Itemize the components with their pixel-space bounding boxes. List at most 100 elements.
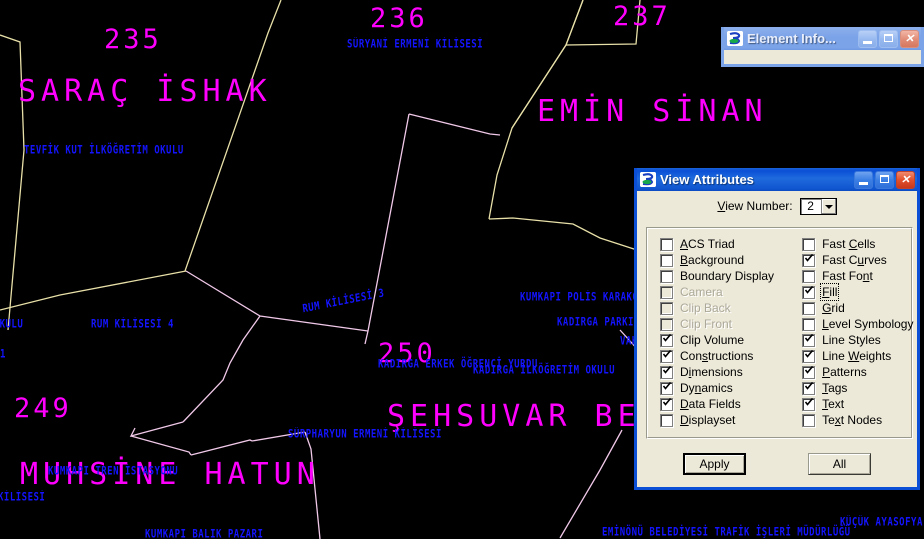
minimize-button[interactable] [854,170,873,189]
view-attributes-body: View Number: 2 ACS Triad Background Bounda… [637,191,917,487]
checkbox-box [660,301,673,315]
checkbox-box[interactable] [660,413,673,427]
close-icon[interactable]: ✕ [900,29,919,48]
checkbox-tags[interactable]: Tags [802,380,913,396]
checkbox-box[interactable] [802,381,816,395]
element-info-window-controls: ✕ [858,29,919,48]
close-icon[interactable]: ✕ [896,170,915,189]
microstation-app-icon [727,31,743,46]
street-name-label: SARAÇ İSHAK [18,74,272,109]
checkbox-displayset[interactable]: Displayset [660,412,774,428]
checkbox-box[interactable] [802,253,816,267]
checkbox-box[interactable] [802,349,816,363]
checkbox-label: Data Fields [680,397,741,411]
element-info-window[interactable]: Element Info... ✕ [721,27,924,67]
checkbox-box[interactable] [660,253,673,267]
checkbox-fast-cells[interactable]: Fast Cells [802,236,913,252]
maximize-button[interactable] [875,170,894,189]
checkbox-box[interactable] [802,333,816,347]
checkbox-text[interactable]: Text [802,396,913,412]
checkbox-data-fields[interactable]: Data Fields [660,396,774,412]
checkbox-dynamics[interactable]: Dynamics [660,380,774,396]
street-name-label: EMİN SİNAN [537,94,768,129]
view-attributes-titlebar[interactable]: View Attributes ✕ [637,168,917,191]
checkbox-camera: Camera [660,284,774,300]
view-attributes-window[interactable]: View Attributes ✕ View Number: 2 ACS Tri… [634,168,920,490]
checkbox-box[interactable] [802,301,816,315]
view-number-dropdown[interactable]: 2 [799,197,837,215]
view-number-label: View Number: [717,199,793,213]
poi-label: KÜÇÜK AYASOFYA CAMİ [840,516,924,530]
checkbox-text-nodes[interactable]: Text Nodes [802,412,913,428]
checkbox-label: Fast Curves [822,253,887,267]
checkbox-box[interactable] [660,269,673,283]
minimize-button[interactable] [858,29,877,48]
checkbox-label: Text [822,397,845,411]
checkbox-box[interactable] [660,349,673,363]
checkbox-label: Displayset [680,413,736,427]
checkbox-boundary-display[interactable]: Boundary Display [660,268,774,284]
street-name-label: ŞEHSUVAR BEY [387,399,664,434]
checkbox-fast-curves[interactable]: Fast Curves [802,252,913,268]
checkbox-label: Fast Cells [822,237,876,251]
checkbox-line-weights[interactable]: Line Weights [802,348,913,364]
checkbox-column-right: Fast Cells Fast Curves Fast Font Fill Grid Le… [802,236,913,428]
checkbox-box[interactable] [802,269,816,283]
checkbox-box[interactable] [660,333,673,347]
checkbox-background[interactable]: Background [660,252,774,268]
checkbox-patterns[interactable]: Patterns [802,364,913,380]
checkbox-grid[interactable]: Grid [802,300,913,316]
checkbox-box [660,285,673,299]
checkbox-columns: ACS Triad Background Boundary Display Camer… [648,229,913,428]
poi-label: KUMKAPI POLİS KARAKOLU [520,291,651,305]
element-info-body [724,50,921,64]
khaki-boundary-lines [0,0,641,331]
checkbox-dimensions[interactable]: Dimensions [660,364,774,380]
checkbox-box[interactable] [660,237,673,251]
checkbox-fill[interactable]: Fill [802,283,913,301]
checkbox-box[interactable] [802,317,816,331]
checkbox-label: Fill [820,283,840,301]
checkbox-box[interactable] [802,365,816,379]
checkbox-label: ACS Triad [680,237,735,251]
checkbox-box [660,317,673,331]
parcel-number: 237 [613,1,671,32]
checkbox-label: Tags [822,381,848,395]
poi-label: KUMKAPI TREN İSTASYONU [48,465,179,479]
element-info-titlebar[interactable]: Element Info... ✕ [724,27,921,50]
view-attributes-window-controls: ✕ [854,170,915,189]
all-button[interactable]: All [808,453,871,475]
apply-button[interactable]: Apply [683,453,746,475]
chevron-down-icon[interactable] [820,198,836,214]
checkbox-label: Clip Back [680,301,731,315]
checkbox-box[interactable] [802,285,816,299]
checkbox-box[interactable] [802,397,816,411]
view-attributes-title: View Attributes [660,172,754,187]
poi-label: SÜRPHARYUN ERMENİ KİLİSESİ [288,428,442,442]
checkbox-constructions[interactable]: Constructions [660,348,774,364]
checkbox-clip-volume[interactable]: Clip Volume [660,332,774,348]
view-attributes-group-box: ACS Triad Background Boundary Display Camer… [646,227,913,439]
checkbox-box[interactable] [802,413,816,427]
checkbox-fast-font[interactable]: Fast Font [802,268,913,284]
checkbox-acs-triad[interactable]: ACS Triad [660,236,774,252]
checkbox-label: Text Nodes [822,413,883,427]
element-info-title: Element Info... [747,31,836,46]
checkbox-label: Dimensions [680,365,743,379]
poi-label: KİLİSESİ [0,491,46,505]
checkbox-label: Boundary Display [680,269,775,283]
poi-label: RUM KİLİSESİ 4 [91,318,174,332]
checkbox-box[interactable] [660,381,673,395]
poi-label: SÜRYANİ ERMENİ KİLİSESİ [347,38,484,52]
checkbox-level-symbology[interactable]: Level Symbology [802,316,913,332]
checkbox-label: Background [680,253,745,267]
checkbox-line-styles[interactable]: Line Styles [802,332,913,348]
checkbox-box[interactable] [660,397,673,411]
checkbox-label: Grid [822,301,845,315]
checkbox-box[interactable] [802,237,816,251]
checkbox-box[interactable] [660,365,673,379]
maximize-button[interactable] [879,29,898,48]
checkbox-label: Line Weights [822,349,892,363]
checkbox-clip-back: Clip Back [660,300,774,316]
view-number-value: 2 [807,199,814,213]
